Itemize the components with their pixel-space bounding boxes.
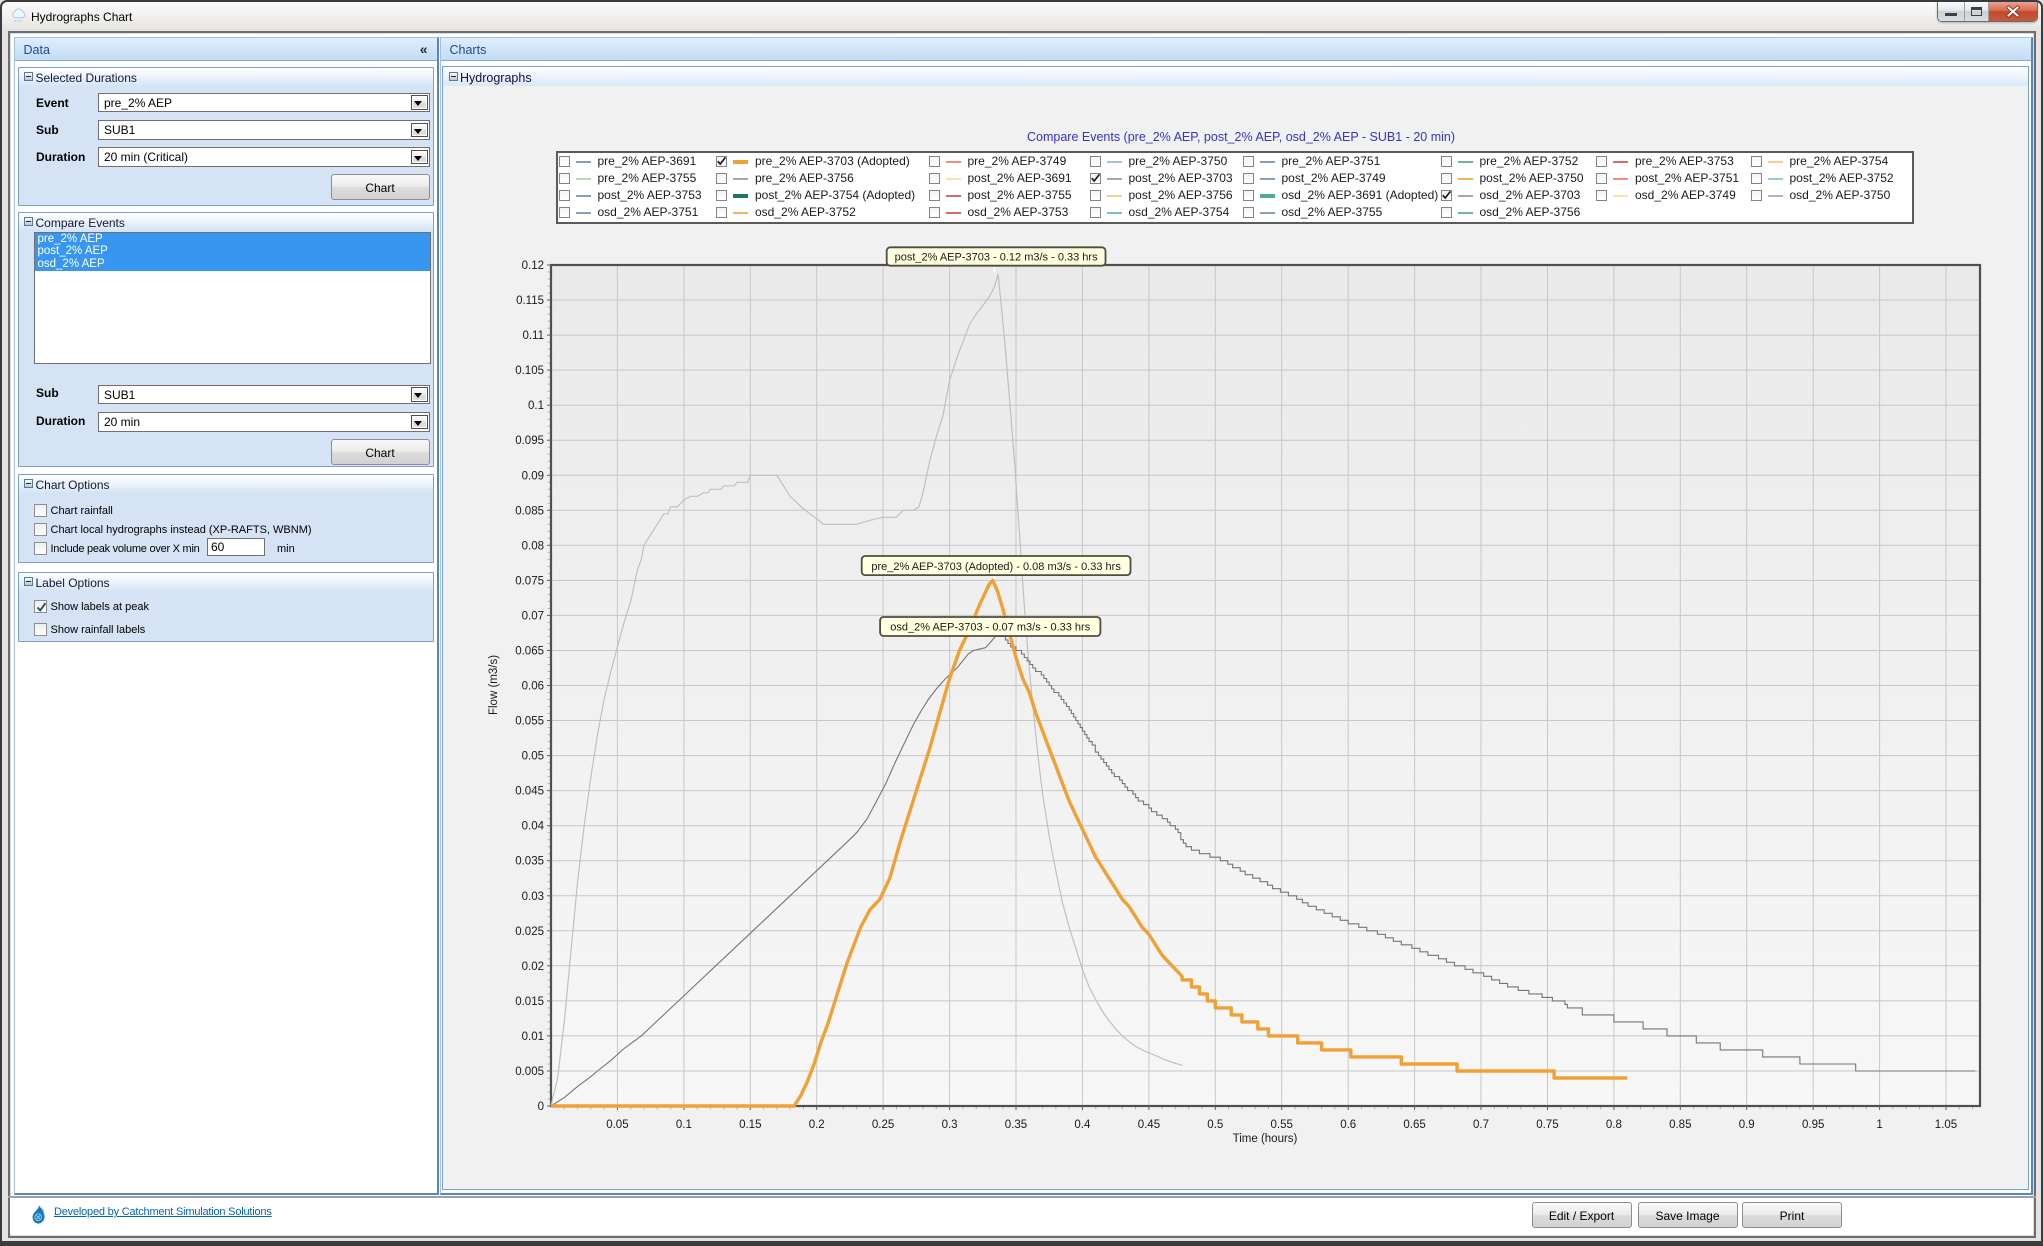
svg-text:0.5: 0.5 bbox=[1207, 1119, 1223, 1131]
svg-text:post_2% AEP-3703 - 0.12 m3/s -: post_2% AEP-3703 - 0.12 m3/s - 0.33 hrs bbox=[895, 252, 1099, 264]
svg-text:0.065: 0.065 bbox=[515, 646, 544, 658]
svg-text:0.115: 0.115 bbox=[516, 295, 544, 307]
svg-text:0.4: 0.4 bbox=[1074, 1119, 1091, 1131]
svg-text:0.03: 0.03 bbox=[522, 891, 544, 903]
svg-text:0.055: 0.055 bbox=[515, 716, 544, 728]
svg-text:0.7: 0.7 bbox=[1473, 1119, 1489, 1131]
svg-text:0.75: 0.75 bbox=[1536, 1119, 1558, 1131]
svg-text:0.9: 0.9 bbox=[1739, 1119, 1755, 1131]
svg-text:0.65: 0.65 bbox=[1403, 1119, 1425, 1131]
svg-text:1: 1 bbox=[1876, 1119, 1882, 1131]
svg-text:0.6: 0.6 bbox=[1340, 1119, 1356, 1131]
svg-text:Flow (m3/s): Flow (m3/s) bbox=[488, 655, 500, 715]
svg-text:1.05: 1.05 bbox=[1935, 1119, 1957, 1131]
svg-text:0.05: 0.05 bbox=[606, 1119, 628, 1131]
svg-text:0.06: 0.06 bbox=[522, 681, 544, 693]
svg-text:0.8: 0.8 bbox=[1606, 1119, 1622, 1131]
svg-text:0.25: 0.25 bbox=[872, 1119, 894, 1131]
svg-text:0.05: 0.05 bbox=[522, 751, 544, 763]
svg-text:0.15: 0.15 bbox=[739, 1119, 761, 1131]
svg-text:0.35: 0.35 bbox=[1005, 1119, 1027, 1131]
svg-text:0.075: 0.075 bbox=[515, 575, 544, 587]
svg-text:0.025: 0.025 bbox=[515, 926, 544, 938]
svg-text:0.85: 0.85 bbox=[1669, 1119, 1691, 1131]
svg-text:0.55: 0.55 bbox=[1271, 1119, 1293, 1131]
svg-text:0: 0 bbox=[538, 1101, 544, 1113]
svg-text:0.1: 0.1 bbox=[528, 400, 544, 412]
svg-text:0.12: 0.12 bbox=[522, 260, 544, 272]
svg-text:0.95: 0.95 bbox=[1802, 1119, 1824, 1131]
svg-text:0.1: 0.1 bbox=[676, 1119, 692, 1131]
svg-text:0.01: 0.01 bbox=[522, 1031, 544, 1043]
svg-text:osd_2% AEP-3703 - 0.07 m3/s -: osd_2% AEP-3703 - 0.07 m3/s - 0.33 hrs bbox=[890, 622, 1090, 634]
svg-text:0.035: 0.035 bbox=[515, 856, 544, 868]
svg-text:0.3: 0.3 bbox=[942, 1119, 958, 1131]
svg-text:0.045: 0.045 bbox=[515, 786, 544, 798]
svg-text:0.08: 0.08 bbox=[522, 540, 544, 552]
svg-text:0.095: 0.095 bbox=[515, 435, 544, 447]
svg-text:0.005: 0.005 bbox=[515, 1066, 544, 1078]
svg-text:Time (hours): Time (hours) bbox=[1233, 1133, 1298, 1145]
svg-text:0.2: 0.2 bbox=[809, 1119, 825, 1131]
svg-text:0.07: 0.07 bbox=[522, 610, 544, 622]
svg-text:pre_2% AEP-3703 (Adopted) - 0.: pre_2% AEP-3703 (Adopted) - 0.08 m3/s - … bbox=[871, 561, 1121, 573]
svg-text:0.085: 0.085 bbox=[515, 505, 544, 517]
svg-text:0.105: 0.105 bbox=[515, 365, 544, 377]
svg-text:0.015: 0.015 bbox=[515, 996, 544, 1008]
svg-text:0.45: 0.45 bbox=[1138, 1119, 1160, 1131]
svg-text:0.09: 0.09 bbox=[522, 470, 544, 482]
svg-text:0.04: 0.04 bbox=[522, 821, 545, 833]
svg-text:0.02: 0.02 bbox=[522, 961, 544, 973]
svg-text:0.11: 0.11 bbox=[522, 330, 544, 342]
